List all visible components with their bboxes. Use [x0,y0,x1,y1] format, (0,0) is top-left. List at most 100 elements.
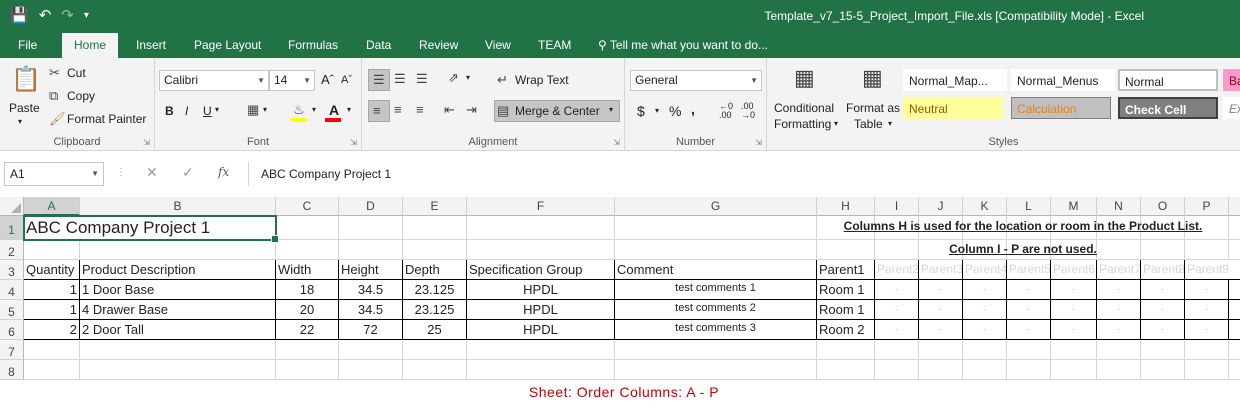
redo-icon[interactable]: ↷ [61,4,74,28]
unused-cell[interactable]: - [1141,300,1185,320]
underline-button[interactable]: U [203,104,212,118]
select-all-button[interactable] [0,197,24,216]
unused-cell[interactable]: - [1229,300,1240,320]
font-name-combo[interactable]: Calibri ▼ [159,70,269,91]
grid-cell[interactable] [403,240,467,260]
font-size-combo[interactable]: 14 ▼ [269,70,315,91]
grid-cell[interactable] [276,240,339,260]
row-header-3[interactable]: 3 [0,260,24,280]
row-header-5[interactable]: 5 [0,300,24,320]
header-cell-unused[interactable]: Parent6 [1051,260,1097,280]
formula-input[interactable]: ABC Company Project 1 [248,162,1240,186]
column-header-g[interactable]: G [615,197,817,216]
tell-me-box[interactable]: ⚲ Tell me what you want to do... [598,33,768,58]
grid-cell[interactable] [403,216,467,240]
fill-color-button[interactable]: ♨ [291,102,309,122]
column-header-b[interactable]: B [80,197,276,216]
grid-cell[interactable] [1229,340,1240,360]
save-icon[interactable]: 💾 [10,4,29,28]
grid-cell[interactable] [1229,360,1240,380]
data-cell-width[interactable]: 22 [276,320,339,340]
unused-cell[interactable]: - [963,300,1007,320]
row-header-8[interactable]: 8 [0,360,24,380]
undo-icon[interactable]: ↶ [39,4,52,28]
column-header-p[interactable]: P [1185,197,1229,216]
header-cell[interactable]: Specification Group [467,260,615,280]
grid-cell[interactable] [1141,340,1185,360]
column-header-e[interactable]: E [403,197,467,216]
unused-cell[interactable]: - [1185,280,1229,300]
paste-button[interactable]: 📋 Paste ▾ [4,62,41,132]
decrease-indent-icon[interactable]: ⇤ [444,102,455,118]
fill-dropdown-icon[interactable]: ▾ [312,105,316,114]
customize-qat-icon[interactable]: ▾ [84,4,89,28]
data-cell-comment[interactable]: test comments 2 [615,300,817,320]
row-header-4[interactable]: 4 [0,280,24,300]
comma-button[interactable]: , [691,101,695,117]
tab-view[interactable]: View [473,33,523,58]
data-cell-spec[interactable]: HPDL [467,280,615,300]
tab-data[interactable]: Data [354,33,403,58]
grid-cell[interactable] [80,240,276,260]
data-cell-spec[interactable]: HPDL [467,320,615,340]
orientation-icon[interactable]: ⇗ [448,70,459,86]
grid-cell[interactable] [467,216,615,240]
grid-cell[interactable] [1097,360,1141,380]
grid-cell[interactable] [276,340,339,360]
column-header-next[interactable] [1229,197,1240,216]
tab-file[interactable]: File [6,33,49,58]
header-cell[interactable]: Product Description [80,260,276,280]
unused-cell[interactable]: - [1185,320,1229,340]
unused-cell[interactable]: - [1097,280,1141,300]
align-right-icon[interactable]: ≡ [416,102,424,117]
unused-cell[interactable]: - [919,300,963,320]
column-header-l[interactable]: L [1007,197,1051,216]
row-header-6[interactable]: 6 [0,320,24,340]
grid-cell[interactable] [1051,360,1097,380]
cell-a1-title[interactable]: ABC Company Project 1 [24,216,276,240]
style-normal-menus[interactable]: Normal_Menus [1011,69,1115,91]
style-normal-map[interactable]: Normal_Map... [903,69,1007,91]
grid-cell[interactable] [1185,340,1229,360]
style-normal[interactable]: Normal [1118,69,1218,91]
style-neutral[interactable]: Neutral [903,97,1003,119]
unused-cell[interactable]: - [919,320,963,340]
data-cell-comment[interactable]: test comments 1 [615,280,817,300]
font-launcher-icon[interactable]: ⇲ [350,138,357,147]
unused-cell[interactable]: - [919,280,963,300]
borders-icon[interactable]: ▦ [247,102,259,118]
grid-cell[interactable] [1229,240,1240,260]
data-cell-spec[interactable]: HPDL [467,300,615,320]
borders-dropdown-icon[interactable]: ▾ [263,105,267,114]
unused-cell[interactable]: - [1051,320,1097,340]
grid-cell[interactable] [817,360,875,380]
cut-button[interactable]: ✂ Cut [46,64,106,82]
grid-cell[interactable] [963,360,1007,380]
grid-cell[interactable] [1185,360,1229,380]
style-bad[interactable]: Ba [1223,69,1240,91]
bold-button[interactable]: B [165,104,174,118]
data-cell-parent[interactable]: Room 1 [817,280,875,300]
unused-cell[interactable]: - [875,320,919,340]
unused-cell[interactable]: - [875,300,919,320]
header-cell-unused[interactable]: Parent9 [1185,260,1240,280]
data-cell-height[interactable]: 34.5 [339,300,403,320]
grid-cell[interactable] [339,360,403,380]
unused-cell[interactable]: - [1051,300,1097,320]
unused-cell[interactable]: - [1097,320,1141,340]
conditional-formatting-button[interactable]: ▦ Conditional Formatting ▾ [771,62,841,134]
header-cell-unused[interactable]: Parent7 [1097,260,1141,280]
grid-cell[interactable] [615,360,817,380]
header-cell[interactable]: Comment [615,260,817,280]
column-header-i[interactable]: I [875,197,919,216]
grid-cell[interactable] [1051,340,1097,360]
header-cell[interactable]: Depth [403,260,467,280]
grid-cell[interactable] [403,340,467,360]
grid-cell[interactable] [339,216,403,240]
top-align-button[interactable]: ☰ [368,69,390,91]
data-cell-desc[interactable]: 1 Door Base [80,280,276,300]
middle-align-icon[interactable]: ☰ [394,71,406,87]
header-cell[interactable]: Width [276,260,339,280]
data-cell-height[interactable]: 72 [339,320,403,340]
data-cell-parent[interactable]: Room 1 [817,300,875,320]
